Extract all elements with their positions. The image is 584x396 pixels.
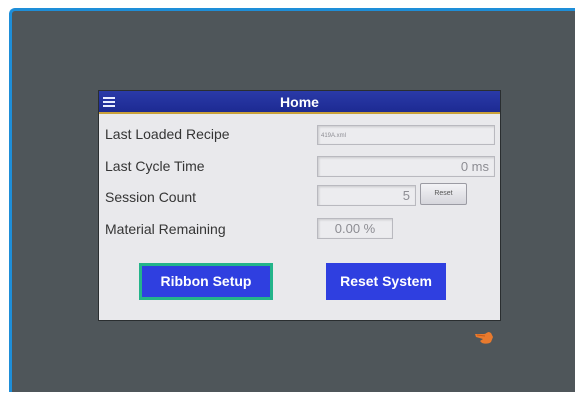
last-cycle-time-field: 0 ms xyxy=(317,156,495,177)
hmi-screen: Home Last Loaded Recipe 419A.xml Last Cy… xyxy=(99,91,500,320)
page-title: Home xyxy=(280,94,319,110)
material-remaining-field: 0.00 % xyxy=(317,218,393,239)
title-bar: Home xyxy=(99,91,500,114)
photo-frame: Home Last Loaded Recipe 419A.xml Last Cy… xyxy=(0,0,584,396)
ribbon-setup-button[interactable]: Ribbon Setup xyxy=(139,263,273,300)
last-loaded-recipe-field: 419A.xml xyxy=(317,125,495,145)
session-count-label: Session Count xyxy=(105,189,197,205)
pointing-hand-icon xyxy=(475,332,493,344)
last-cycle-time-label: Last Cycle Time xyxy=(105,158,205,174)
material-remaining-label: Material Remaining xyxy=(105,221,226,237)
reset-system-button[interactable]: Reset System xyxy=(326,263,446,300)
last-loaded-recipe-label: Last Loaded Recipe xyxy=(105,126,230,142)
session-count-field: 5 xyxy=(317,185,416,206)
session-reset-button[interactable]: Reset xyxy=(420,183,467,205)
